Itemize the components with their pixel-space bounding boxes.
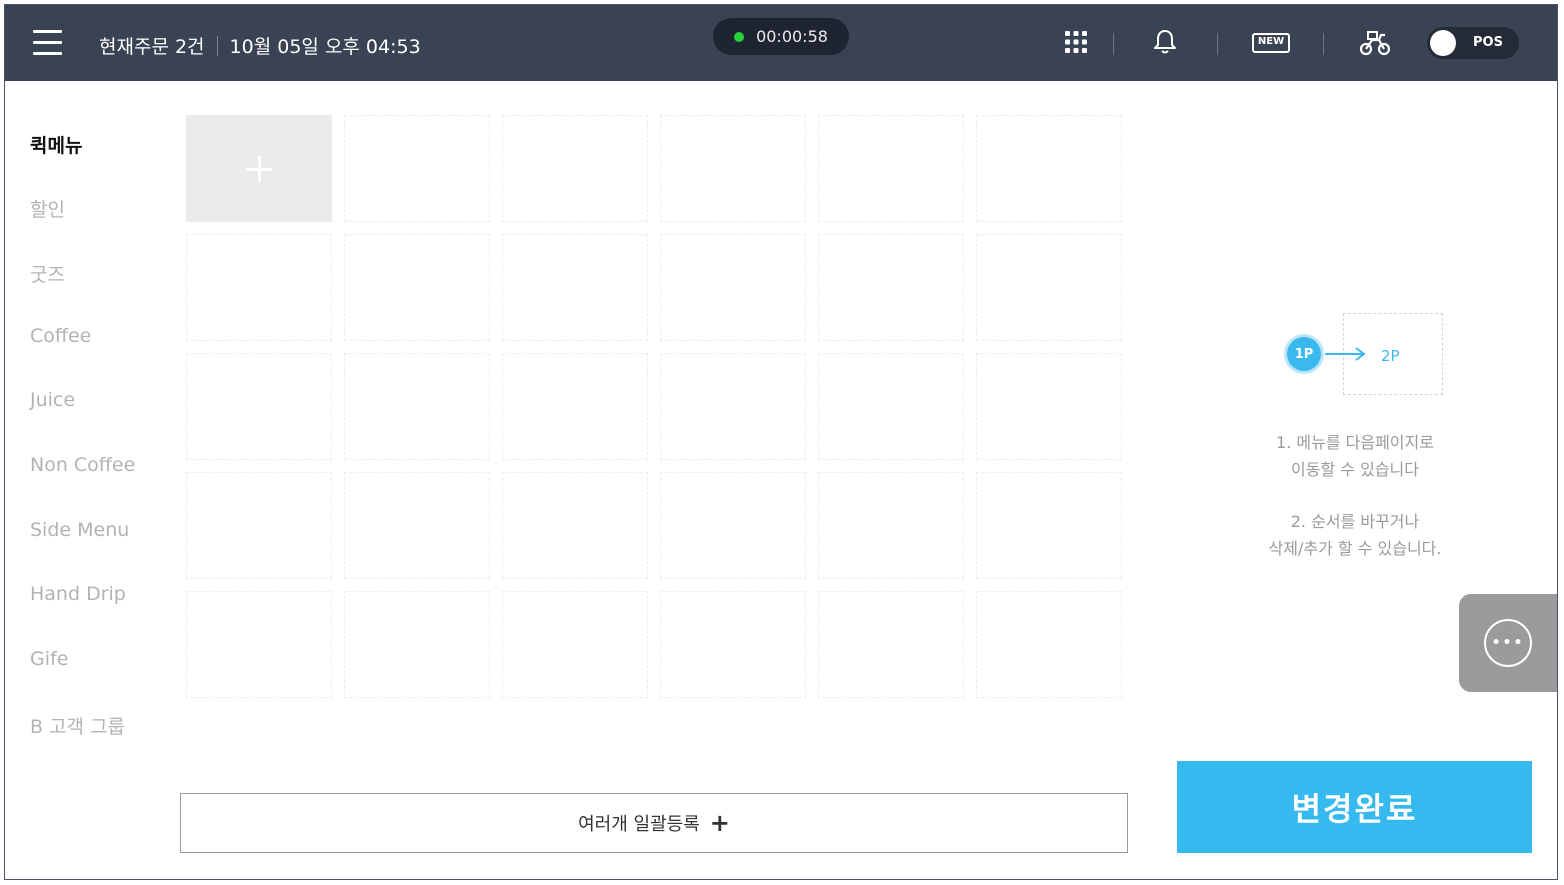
- help-tip-1: 1. 메뉴를 다음페이지로 이동할 수 있습니다: [1235, 429, 1475, 483]
- delivery-motorbike-icon[interactable]: [1359, 29, 1391, 61]
- category-item-juice[interactable]: Juice: [30, 389, 75, 411]
- menu-slot[interactable]: [186, 353, 332, 460]
- menu-slot[interactable]: [818, 115, 964, 222]
- current-datetime: 10월 05일 오후 04:53: [229, 36, 421, 58]
- divider: [1323, 33, 1324, 55]
- help-tip-1-line-1: 1. 메뉴를 다음페이지로: [1276, 433, 1434, 452]
- app-frame: 현재주문 2건 10월 05일 오후 04:53 00:00:58 NEW PO…: [4, 4, 1558, 880]
- save-changes-button[interactable]: 변경완료: [1177, 761, 1532, 853]
- pos-toggle[interactable]: POS: [1427, 27, 1519, 59]
- help-tip-1-line-2: 이동할 수 있습니다: [1291, 460, 1419, 479]
- help-tip-2: 2. 순서를 바꾸거나 삭제/추가 할 수 있습니다.: [1235, 508, 1475, 562]
- category-item-discount[interactable]: 할인: [30, 195, 65, 222]
- menu-slot[interactable]: [502, 353, 648, 460]
- menu-slot[interactable]: [818, 472, 964, 579]
- bell-icon[interactable]: [1153, 29, 1177, 59]
- menu-slot[interactable]: [344, 234, 490, 341]
- current-orders-count[interactable]: 현재주문 2건: [99, 32, 205, 59]
- help-tip-2-line-1: 2. 순서를 바꾸거나: [1290, 512, 1420, 531]
- category-item-side-menu[interactable]: Side Menu: [30, 519, 129, 541]
- menu-slot[interactable]: [976, 353, 1122, 460]
- menu-slot[interactable]: [186, 591, 332, 698]
- new-badge-icon[interactable]: NEW: [1252, 33, 1290, 57]
- menu-slot[interactable]: [818, 234, 964, 341]
- page-2-label: 2P: [1381, 347, 1400, 365]
- bulk-register-label: 여러개 일괄등록: [578, 814, 700, 835]
- help-tip-2-line-2: 삭제/추가 할 수 있습니다.: [1268, 539, 1442, 558]
- top-bar: 현재주문 2건 10월 05일 오후 04:53 00:00:58 NEW PO…: [5, 5, 1557, 81]
- timer-status-dot: [734, 31, 745, 42]
- menu-slot[interactable]: [344, 591, 490, 698]
- menu-slot[interactable]: [502, 234, 648, 341]
- add-menu-button[interactable]: [186, 115, 332, 222]
- category-item-hand-drip[interactable]: Hand Drip: [30, 583, 126, 605]
- category-item-non-coffee[interactable]: Non Coffee: [30, 454, 135, 476]
- menu-slot[interactable]: [976, 115, 1122, 222]
- save-changes-label: 변경완료: [1291, 790, 1418, 828]
- timer-value: 00:00:58: [756, 27, 828, 46]
- menu-slot[interactable]: [186, 234, 332, 341]
- category-item-quick-menu[interactable]: 퀵메뉴: [30, 131, 82, 158]
- toggle-knob: [1430, 30, 1456, 56]
- page-1-badge: 1P: [1287, 337, 1321, 371]
- menu-slot[interactable]: [818, 353, 964, 460]
- menu-slot[interactable]: [660, 472, 806, 579]
- pos-toggle-label: POS: [1473, 35, 1503, 50]
- menu-slot[interactable]: [818, 591, 964, 698]
- divider: [1113, 33, 1114, 55]
- menu-slot[interactable]: [660, 234, 806, 341]
- arrow-right-icon: [1325, 347, 1366, 361]
- divider: [216, 35, 218, 56]
- divider: [1217, 33, 1218, 55]
- bulk-register-button[interactable]: 여러개 일괄등록 +: [180, 793, 1128, 853]
- plus-icon: [246, 155, 272, 182]
- quick-menu-grid: [186, 115, 1122, 701]
- plus-icon: +: [709, 809, 730, 837]
- category-item-goods[interactable]: 굿즈: [30, 260, 65, 287]
- menu-slot[interactable]: [186, 472, 332, 579]
- menu-slot[interactable]: [976, 234, 1122, 341]
- menu-slot[interactable]: [502, 591, 648, 698]
- menu-slot[interactable]: [976, 591, 1122, 698]
- menu-slot[interactable]: [660, 353, 806, 460]
- more-dots-icon: •••: [1484, 619, 1532, 667]
- order-timer: 00:00:58: [713, 18, 849, 55]
- menu-slot[interactable]: [502, 472, 648, 579]
- order-info: 현재주문 2건 10월 05일 오후 04:53: [99, 32, 421, 59]
- menu-slot[interactable]: [660, 591, 806, 698]
- apps-grid-icon[interactable]: [1065, 31, 1087, 57]
- menu-slot[interactable]: [660, 115, 806, 222]
- category-item-b-customer-group[interactable]: B 고객 그룹: [30, 712, 125, 739]
- menu-slot[interactable]: [976, 472, 1122, 579]
- menu-slot[interactable]: [502, 115, 648, 222]
- more-options-button[interactable]: •••: [1459, 594, 1557, 692]
- menu-slot[interactable]: [344, 353, 490, 460]
- menu-slot[interactable]: [344, 472, 490, 579]
- page-move-illustration: 1P 2P: [1285, 313, 1445, 398]
- new-badge-label: NEW: [1257, 36, 1285, 47]
- category-item-gife[interactable]: Gife: [30, 648, 68, 670]
- category-item-coffee[interactable]: Coffee: [30, 325, 91, 347]
- menu-icon[interactable]: [33, 30, 62, 56]
- menu-slot[interactable]: [344, 115, 490, 222]
